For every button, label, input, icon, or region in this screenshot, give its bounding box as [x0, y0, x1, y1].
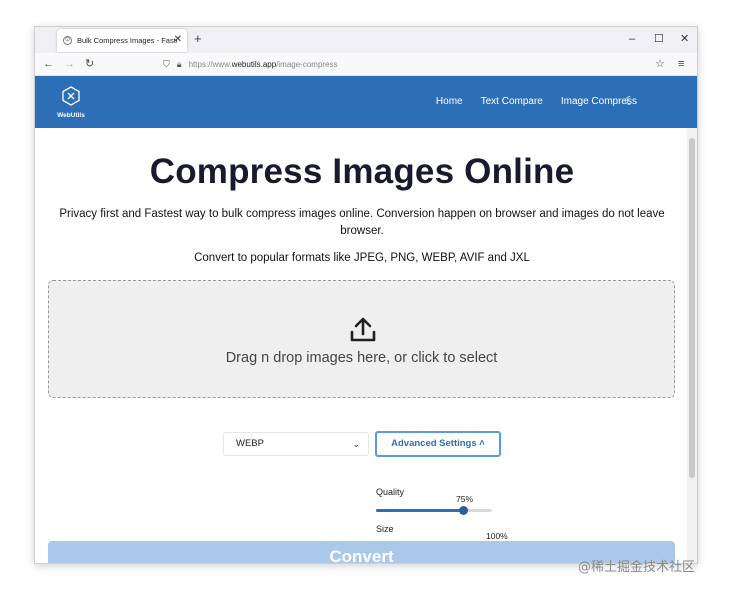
format-select-value: WEBP [236, 438, 264, 449]
site-nav: Home Text Compare Image Compress [436, 96, 637, 107]
quality-value: 75% [456, 494, 474, 504]
url-text: https://www.webutils.app/image-compress [188, 60, 338, 69]
new-tab-button[interactable]: + [194, 31, 202, 47]
browser-toolbar: ← → ↻ ⛉ 🔒︎ https://www.webutils.app/imag… [35, 53, 697, 76]
format-select[interactable]: WEBP ⌄ [223, 432, 369, 456]
formats-text: Convert to popular formats like JPEG, PN… [194, 252, 530, 264]
site-header: WebUtils Home Text Compare Image Compres… [35, 76, 697, 128]
quality-slider-fill [376, 509, 463, 512]
scrollbar[interactable] [687, 128, 697, 563]
main-content: Compress Images Online Privacy first and… [35, 128, 689, 563]
address-bar[interactable]: ⛉ 🔒︎ https://www.webutils.app/image-comp… [163, 56, 643, 73]
logo-text: WebUtils [57, 112, 85, 119]
favicon-icon: ⊙ [63, 36, 72, 45]
drop-zone-text: Drag n drop images here, or click to sel… [225, 350, 498, 366]
forward-icon[interactable]: → [64, 57, 75, 71]
quality-label: Quality [376, 487, 405, 497]
nav-text-compare[interactable]: Text Compare [481, 96, 543, 107]
minimize-button[interactable]: – [629, 32, 635, 46]
bookmark-star-icon[interactable]: ☆ [655, 57, 665, 71]
logo-hexagon-icon [62, 86, 80, 106]
size-value: 100% [486, 531, 508, 541]
drop-zone[interactable]: Drag n drop images here, or click to sel… [48, 280, 675, 398]
back-icon[interactable]: ← [43, 57, 54, 71]
close-window-button[interactable]: ✕ [680, 32, 689, 46]
advanced-settings-button[interactable]: Advanced Settings ˄ [375, 431, 501, 457]
reload-icon[interactable]: ↻ [85, 57, 94, 71]
quality-slider-thumb[interactable] [459, 506, 468, 515]
lock-icon: 🔒︎ [176, 59, 182, 69]
maximize-button[interactable]: ☐ [654, 32, 664, 46]
browser-window: ⊙ Bulk Compress Images - Fastest ✕ + – ☐… [34, 26, 698, 564]
upload-icon [350, 317, 376, 342]
nav-home[interactable]: Home [436, 96, 463, 107]
watermark: @稀土掘金技术社区 [578, 560, 696, 575]
browser-tab[interactable]: ⊙ Bulk Compress Images - Fastest ✕ [57, 29, 187, 52]
tab-bar: ⊙ Bulk Compress Images - Fastest ✕ + – ☐… [35, 27, 697, 53]
tab-title: Bulk Compress Images - Fastest [77, 36, 177, 45]
size-label: Size [376, 524, 394, 534]
shield-icon: ⛉ [163, 59, 170, 69]
moon-icon[interactable]: ☾ [624, 94, 635, 108]
scrollbar-thumb[interactable] [689, 138, 695, 478]
quality-slider[interactable] [376, 506, 492, 515]
menu-icon[interactable]: ≡ [678, 57, 684, 71]
chevron-down-icon: ⌄ [352, 439, 360, 449]
advanced-settings-label: Advanced Settings [391, 438, 477, 449]
page-title: Compress Images Online [149, 152, 575, 191]
page-subtitle: Privacy first and Fastest way to bulk co… [59, 208, 665, 237]
tab-close-icon[interactable]: ✕ [174, 34, 182, 46]
site-logo[interactable]: WebUtils [55, 86, 87, 119]
chevron-up-icon: ˄ [479, 438, 485, 449]
